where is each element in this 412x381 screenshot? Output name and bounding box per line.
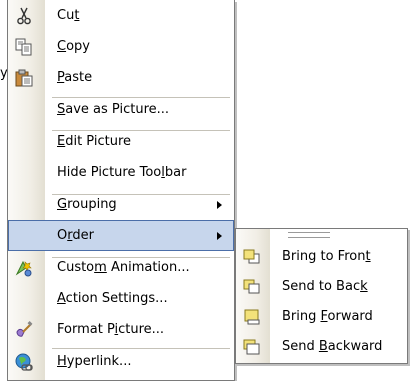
- menu-item-label: Paste: [57, 70, 93, 85]
- menu-item-paste[interactable]: Paste: [8, 62, 234, 93]
- menu-item-label: Hyperlink...: [57, 354, 132, 369]
- menu-item-copy[interactable]: Copy: [8, 31, 234, 62]
- copy-icon: [14, 37, 34, 57]
- menu-item-label: Bring to Front: [282, 249, 371, 264]
- custom-animation-icon: [14, 258, 34, 278]
- menu-item-label: Cut: [57, 8, 80, 23]
- menu-separator: [52, 97, 230, 98]
- menu-item-label: Send Backward: [282, 339, 383, 354]
- menu-item-label: Hide Picture Toolbar: [57, 165, 187, 180]
- submenu-drag-grip[interactable]: [288, 232, 330, 238]
- menu-item-save-as-picture[interactable]: Save as Picture...: [8, 94, 234, 125]
- scissors-icon: [14, 6, 34, 26]
- bring-forward-icon: [242, 307, 262, 327]
- bring-to-front-icon: [242, 247, 262, 267]
- submenu-item-bring-to-front[interactable]: Bring to Front: [236, 241, 407, 272]
- menu-item-hyperlink[interactable]: Hyperlink...: [8, 346, 234, 377]
- paste-icon: [14, 68, 34, 88]
- menu-separator: [52, 194, 230, 195]
- menu-separator: [52, 257, 230, 258]
- submenu-arrow-icon: [217, 232, 222, 240]
- send-backward-icon: [242, 337, 262, 357]
- menu-item-cut[interactable]: Cut: [8, 0, 234, 31]
- menu-item-label: Send to Back: [282, 279, 368, 294]
- context-menu: Cut Copy Paste Save as Picture... Edit P…: [7, 0, 235, 381]
- menu-item-order[interactable]: Order: [8, 220, 234, 251]
- menu-separator: [52, 348, 230, 349]
- menu-item-label: Save as Picture...: [57, 102, 170, 117]
- menu-item-hide-picture-toolbar[interactable]: Hide Picture Toolbar: [8, 157, 234, 188]
- menu-item-label: Bring Forward: [282, 309, 373, 324]
- menu-item-format-picture[interactable]: Format Picture...: [8, 314, 234, 345]
- menu-item-label: Format Picture...: [57, 322, 165, 337]
- menu-item-label: Action Settings...: [57, 291, 168, 306]
- hyperlink-icon: [14, 352, 34, 372]
- menu-item-label: Copy: [57, 39, 90, 54]
- submenu-item-bring-forward[interactable]: Bring Forward: [236, 301, 407, 332]
- format-picture-icon: [14, 320, 34, 340]
- submenu-item-send-backward[interactable]: Send Backward: [236, 331, 407, 362]
- submenu-item-send-to-back[interactable]: Send to Back: [236, 271, 407, 302]
- menu-item-action-settings[interactable]: Action Settings...: [8, 283, 234, 314]
- submenu-arrow-icon: [217, 201, 222, 209]
- menu-separator: [52, 130, 230, 131]
- order-submenu: Bring to Front Send to Back Bring Forwar…: [235, 228, 408, 364]
- menu-item-label: Order: [57, 228, 94, 243]
- send-to-back-icon: [242, 277, 262, 297]
